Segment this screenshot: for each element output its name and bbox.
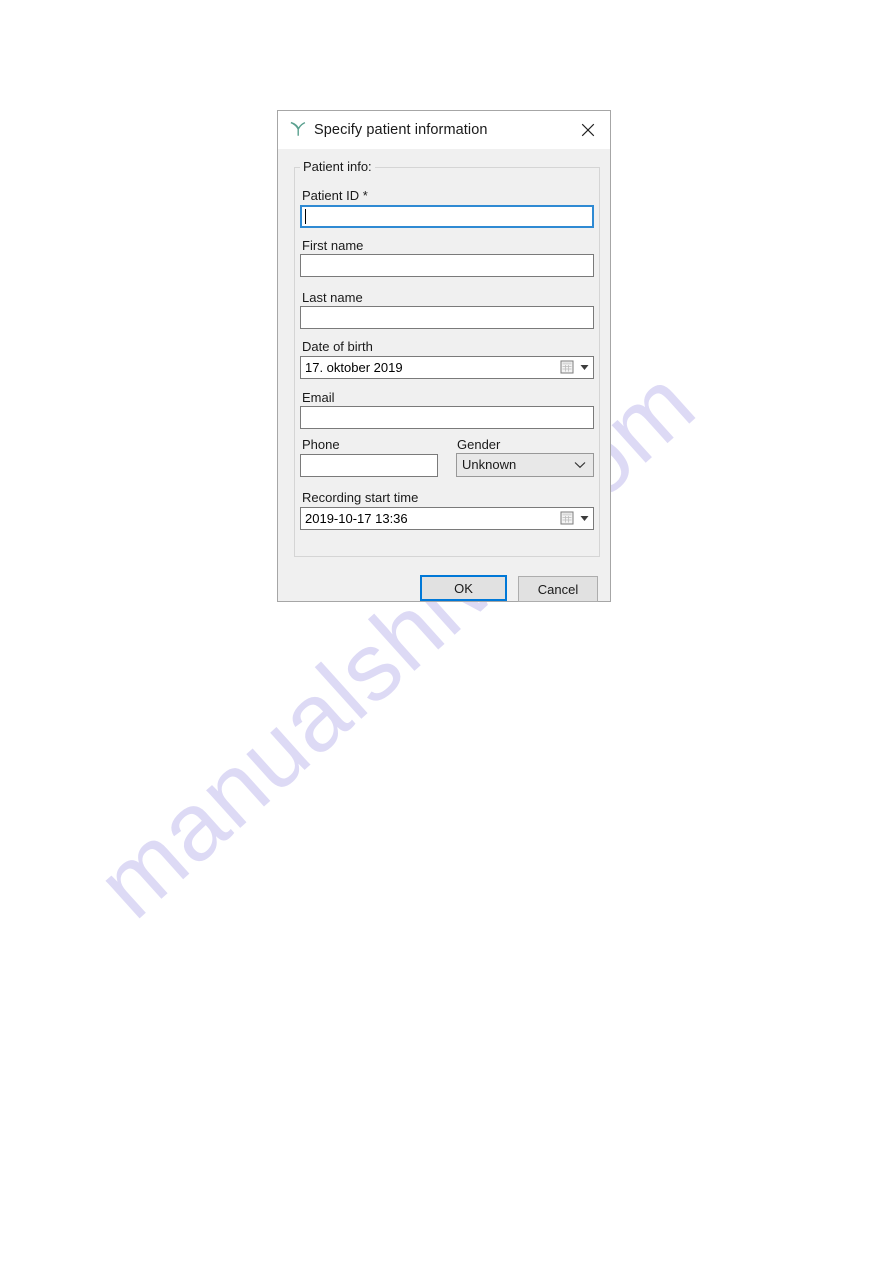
close-glyph xyxy=(581,123,594,136)
email-label: Email xyxy=(302,390,335,405)
chevron-down-glyph xyxy=(580,516,589,521)
first-name-input[interactable] xyxy=(300,254,594,277)
first-name-label: First name xyxy=(302,238,364,253)
chevron-down-icon[interactable] xyxy=(577,508,592,529)
patient-id-label: Patient ID * xyxy=(302,188,368,203)
last-name-input[interactable] xyxy=(300,306,594,329)
patient-id-input[interactable] xyxy=(300,205,594,228)
email-input[interactable] xyxy=(300,406,594,429)
chevron-down-icon xyxy=(574,462,586,469)
specify-patient-information-dialog: Specify patient information Patient info… xyxy=(277,110,611,602)
calendar-icon[interactable] xyxy=(560,511,575,526)
last-name-label: Last name xyxy=(302,290,363,305)
gender-selected-value: Unknown xyxy=(462,457,517,472)
chevron-down-glyph xyxy=(580,365,589,370)
calendar-icon[interactable] xyxy=(560,360,575,375)
date-of-birth-picker[interactable]: 17. oktober 2019 xyxy=(300,356,594,379)
dialog-body: Patient info: Patient ID * First name La… xyxy=(278,149,610,602)
ok-button[interactable]: OK xyxy=(420,575,507,601)
gender-label: Gender xyxy=(457,437,501,452)
cancel-button[interactable]: Cancel xyxy=(518,576,598,602)
phone-input[interactable] xyxy=(300,454,438,477)
recording-start-time-value: 2019-10-17 13:36 xyxy=(305,511,408,526)
patient-info-legend: Patient info: xyxy=(300,160,375,174)
dialog-title-text: Specify patient information xyxy=(314,121,488,138)
dialog-title-bar: Specify patient information xyxy=(278,111,610,149)
date-of-birth-value: 17. oktober 2019 xyxy=(305,360,403,375)
gender-select[interactable]: Unknown xyxy=(456,453,594,477)
date-of-birth-label: Date of birth xyxy=(302,339,373,354)
close-icon[interactable] xyxy=(565,111,610,148)
phone-label: Phone xyxy=(302,437,340,452)
tuning-fork-icon xyxy=(290,121,306,136)
text-caret xyxy=(305,209,306,224)
chevron-down-icon[interactable] xyxy=(577,357,592,378)
recording-start-time-label: Recording start time xyxy=(302,490,419,505)
recording-start-time-picker[interactable]: 2019-10-17 13:36 xyxy=(300,507,594,530)
